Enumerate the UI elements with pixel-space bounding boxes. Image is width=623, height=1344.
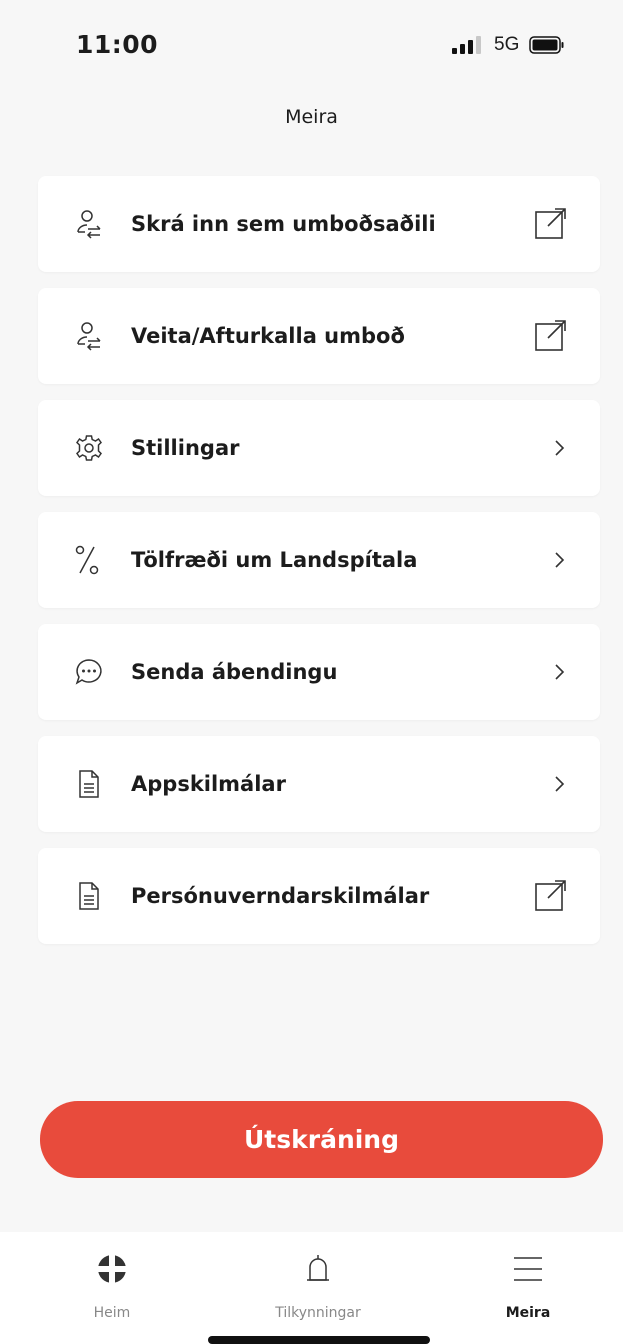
chevron-right-icon <box>555 776 565 792</box>
menu-item-label: Senda ábendingu <box>131 660 338 684</box>
status-time: 11:00 <box>76 30 159 59</box>
external-link-icon <box>535 880 566 911</box>
percent-icon <box>75 545 99 575</box>
menu-item-label: Skrá inn sem umboðsaðili <box>131 212 436 236</box>
menu-item-app-terms[interactable]: Appskilmálar <box>38 736 600 832</box>
external-link-icon <box>535 208 566 239</box>
external-link-icon <box>535 320 566 351</box>
user-switch-icon <box>77 322 101 351</box>
tab-label: Meira <box>505 1305 551 1321</box>
menu-item-label: Persónuverndarskilmálar <box>131 884 430 908</box>
network-type: 5G <box>494 34 520 55</box>
menu-item-send-feedback[interactable]: Senda ábendingu <box>38 624 600 720</box>
menu-item-label: Tölfræði um Landspítala <box>131 548 418 572</box>
menu-item-label: Stillingar <box>131 436 240 460</box>
menu-item-label: Veita/Afturkalla umboð <box>131 324 405 348</box>
chevron-right-icon <box>555 664 565 680</box>
tab-bar: Heim Tilkynningar Meira <box>0 1232 623 1344</box>
battery-icon <box>529 36 564 54</box>
chevron-right-icon <box>555 552 565 568</box>
tab-home[interactable]: Heim <box>42 1232 182 1344</box>
tab-notifications[interactable]: Tilkynningar <box>248 1232 388 1344</box>
menu-list: Skrá inn sem umboðsaðili Veita/Afturkall… <box>38 176 600 960</box>
logout-button[interactable]: Útskráning <box>40 1101 603 1178</box>
gear-icon <box>76 435 102 461</box>
tab-more[interactable]: Meira <box>458 1232 598 1344</box>
status-indicators: 5G <box>452 34 565 56</box>
chevron-right-icon <box>555 440 565 456</box>
page-title: Meira <box>285 106 338 128</box>
tab-label: Tilkynningar <box>275 1305 361 1321</box>
menu-icon <box>514 1257 542 1281</box>
menu-item-privacy-terms[interactable]: Persónuverndarskilmálar <box>38 848 600 944</box>
bell-icon <box>307 1255 329 1281</box>
home-indicator <box>208 1336 430 1344</box>
tab-label: Heim <box>93 1305 131 1321</box>
menu-item-label: Appskilmálar <box>131 772 286 796</box>
user-switch-icon <box>77 210 101 239</box>
menu-item-statistics[interactable]: Tölfræði um Landspítala <box>38 512 600 608</box>
home-cross-icon <box>98 1255 126 1283</box>
menu-item-settings[interactable]: Stillingar <box>38 400 600 496</box>
status-bar: 11:00 5G <box>0 0 623 90</box>
menu-item-login-as-agent[interactable]: Skrá inn sem umboðsaðili <box>38 176 600 272</box>
document-icon <box>79 882 99 910</box>
document-icon <box>79 770 99 798</box>
signal-icon <box>452 36 481 54</box>
menu-item-grant-revoke-authority[interactable]: Veita/Afturkalla umboð <box>38 288 600 384</box>
chat-bubble-icon <box>75 659 102 685</box>
